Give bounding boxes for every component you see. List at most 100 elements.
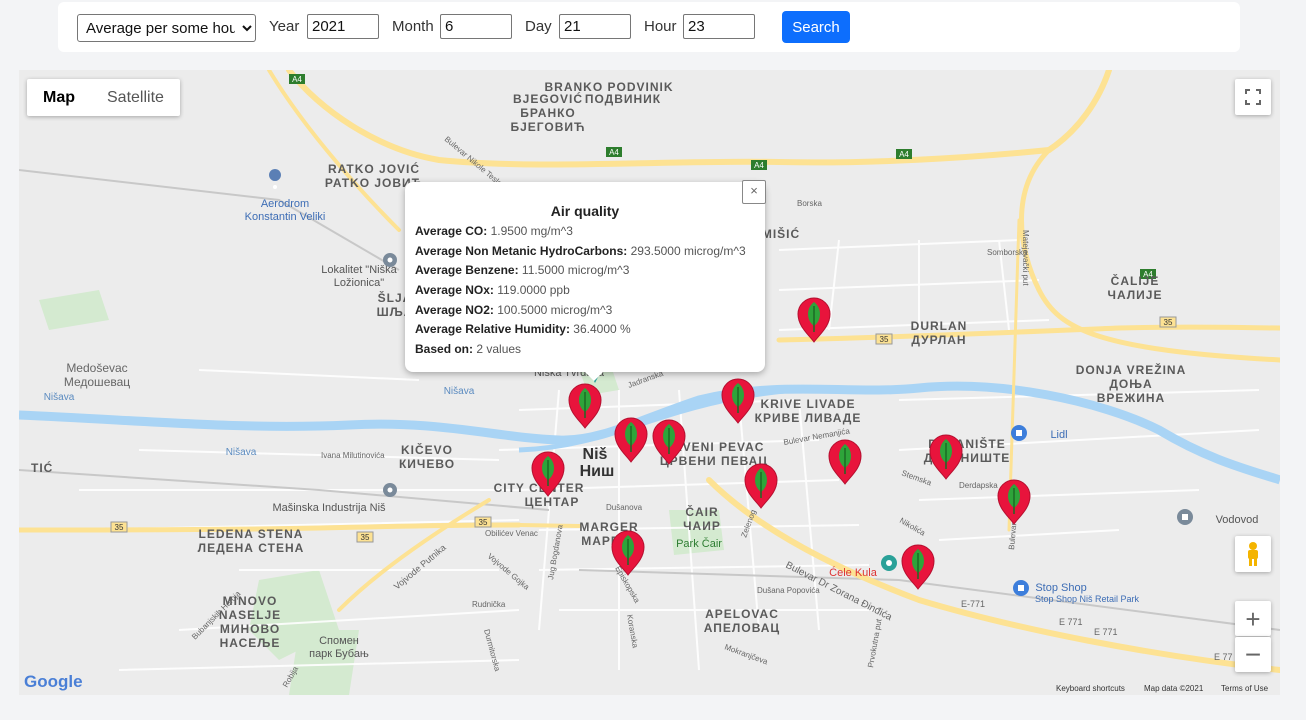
- fullscreen-icon: [1245, 89, 1261, 105]
- month-input[interactable]: [440, 14, 512, 39]
- svg-text:Ниш: Ниш: [580, 463, 615, 480]
- year-label: Year: [269, 18, 300, 35]
- popup-row-value: 2 values: [473, 342, 522, 357]
- svg-text:ВРЕЖИНА: ВРЕЖИНА: [1097, 391, 1165, 405]
- svg-text:Rudnička: Rudnička: [472, 600, 506, 609]
- map-type-control: Map Satellite: [27, 79, 180, 116]
- svg-text:Niš: Niš: [583, 446, 608, 463]
- day-input[interactable]: [559, 14, 631, 39]
- svg-text:A4: A4: [754, 161, 764, 170]
- svg-text:Borska: Borska: [797, 199, 822, 208]
- air-quality-marker[interactable]: [929, 434, 963, 480]
- year-input[interactable]: [307, 14, 379, 39]
- river-nisava: [19, 381, 1280, 485]
- svg-text:TIĆ: TIĆ: [31, 460, 53, 475]
- terms-link[interactable]: Terms of Use: [1221, 684, 1268, 693]
- svg-text:ČAIR: ČAIR: [685, 504, 718, 519]
- svg-text:A4: A4: [899, 150, 909, 159]
- popup-row-label: Average NO2:: [415, 302, 494, 317]
- svg-text:ČALIJE: ČALIJE: [1111, 273, 1160, 288]
- keyboard-shortcuts-link[interactable]: Keyboard shortcuts: [1056, 684, 1125, 693]
- popup-row: Average CO: 1.9500 mg/m^3: [415, 224, 746, 244]
- svg-text:Nišava: Nišava: [444, 386, 475, 397]
- air-quality-marker[interactable]: [997, 479, 1031, 525]
- svg-text:35: 35: [479, 518, 488, 527]
- svg-text:МИНОВО: МИНОВО: [220, 622, 280, 636]
- fullscreen-button[interactable]: [1235, 79, 1271, 115]
- google-logo: Google: [24, 672, 83, 691]
- popup-row: Average Benzene: 11.5000 microg/m^3: [415, 263, 746, 283]
- svg-text:35: 35: [361, 533, 370, 542]
- svg-text:Mokranjčeva: Mokranjčeva: [723, 642, 769, 666]
- air-quality-info-window: Air quality Average CO: 1.9500 mg/m^3 Ave…: [405, 180, 766, 381]
- street-view-button[interactable]: [1235, 536, 1271, 572]
- svg-text:Koranska: Koranska: [625, 614, 640, 649]
- svg-text:Mašinska Industrija Niš: Mašinska Industrija Niš: [272, 502, 386, 514]
- shop-icon: [1013, 580, 1029, 596]
- svg-text:Obilićev Venac: Obilićev Venac: [485, 529, 538, 538]
- svg-text:ЛЕДЕНА СТЕНА: ЛЕДЕНА СТЕНА: [198, 541, 305, 555]
- popup-row: Average NO2: 100.5000 microg/m^3: [415, 303, 746, 323]
- map-data-text: Map data ©2021: [1144, 684, 1204, 693]
- hour-input[interactable]: [683, 14, 755, 39]
- popup-row-label: Average Benzene:: [415, 263, 519, 278]
- svg-text:DONJA VREŽINA: DONJA VREŽINA: [1076, 362, 1187, 377]
- svg-text:Медошевац: Медошевац: [64, 375, 130, 389]
- zoom-in-button[interactable]: +: [1235, 601, 1271, 636]
- svg-text:35: 35: [880, 335, 889, 344]
- air-quality-marker[interactable]: [901, 544, 935, 590]
- svg-text:35: 35: [115, 523, 124, 532]
- svg-text:Vojvode Gojka: Vojvode Gojka: [486, 552, 532, 592]
- close-icon[interactable]: ×: [742, 180, 766, 204]
- svg-text:Dušana Popovića: Dušana Popovića: [757, 586, 820, 595]
- svg-text:Jug Bogdanova: Jug Bogdanova: [546, 523, 565, 580]
- svg-text:KIČEVO: KIČEVO: [401, 442, 453, 457]
- svg-text:KRIVE LIVADE: KRIVE LIVADE: [760, 397, 855, 411]
- svg-text:DURLAN: DURLAN: [911, 319, 968, 333]
- air-quality-marker[interactable]: [797, 297, 831, 343]
- popup-row-label: Based on:: [415, 342, 474, 357]
- air-quality-marker[interactable]: [721, 378, 755, 424]
- map-type-map-button[interactable]: Map: [27, 79, 91, 116]
- popup-row-value: 11.5000 microg/m^3: [518, 263, 630, 278]
- svg-text:БЈЕГОВИЋ: БЈЕГОВИЋ: [510, 120, 585, 134]
- svg-text:A4: A4: [292, 75, 302, 84]
- popup-row-value: 100.5000 microg/m^3: [493, 302, 613, 317]
- svg-text:ЧАЛИЈЕ: ЧАЛИЈЕ: [1108, 288, 1163, 302]
- search-button[interactable]: Search: [782, 11, 850, 43]
- air-quality-marker[interactable]: [828, 439, 862, 485]
- map-view[interactable]: A4 A4 A4 A4 A4 35 35 35 35 35 BRANKO POD…: [19, 70, 1280, 695]
- mode-select[interactable]: Average per some hour: [77, 14, 256, 42]
- popup-row: Average NOx: 119.0000 ppb: [415, 283, 746, 303]
- svg-text:АПЕЛОВАЦ: АПЕЛОВАЦ: [704, 621, 780, 635]
- popup-row: Average Relative Humidity: 36.4000 %: [415, 322, 746, 342]
- svg-text:КРИВЕ ЛИВАДЕ: КРИВЕ ЛИВАДЕ: [755, 411, 862, 425]
- air-quality-marker[interactable]: [744, 463, 778, 509]
- svg-text:Vojvode Putnika: Vojvode Putnika: [392, 542, 448, 591]
- popup-row-value: 293.5000 microg/m^3: [627, 243, 746, 258]
- svg-text:Nikolića: Nikolića: [898, 516, 927, 538]
- svg-text:Park Čair: Park Čair: [676, 537, 722, 550]
- svg-text:Stop Shop: Stop Shop: [1035, 582, 1086, 594]
- month-label: Month: [392, 18, 434, 35]
- svg-text:ПОДВИНИК: ПОДВИНИК: [585, 92, 661, 106]
- air-quality-marker[interactable]: [568, 383, 602, 429]
- svg-text:E 771: E 771: [1059, 617, 1083, 627]
- svg-text:Derdapska: Derdapska: [959, 481, 998, 490]
- pegman-icon: [1248, 542, 1258, 566]
- svg-text:ДУРЛАН: ДУРЛАН: [911, 333, 966, 347]
- svg-text:НАСЕЉЕ: НАСЕЉЕ: [220, 636, 281, 650]
- svg-text:Спомен: Спомен: [319, 635, 359, 647]
- svg-text:Nišava: Nišava: [44, 392, 75, 403]
- city-label: Niš Ниш: [580, 446, 615, 480]
- svg-text:35: 35: [1164, 318, 1173, 327]
- map-canvas[interactable]: A4 A4 A4 A4 A4 35 35 35 35 35 BRANKO POD…: [19, 70, 1280, 695]
- map-type-satellite-button[interactable]: Satellite: [91, 79, 180, 116]
- svg-text:Ložionica": Ložionica": [334, 277, 384, 289]
- svg-text:MIŠIĆ: MIŠIĆ: [762, 226, 800, 241]
- zoom-out-button[interactable]: −: [1235, 637, 1271, 672]
- svg-text:A4: A4: [609, 148, 619, 157]
- shop-icon: [1011, 425, 1027, 441]
- svg-text:E-771: E-771: [961, 599, 985, 609]
- popup-row-value: 119.0000 ppb: [493, 283, 570, 298]
